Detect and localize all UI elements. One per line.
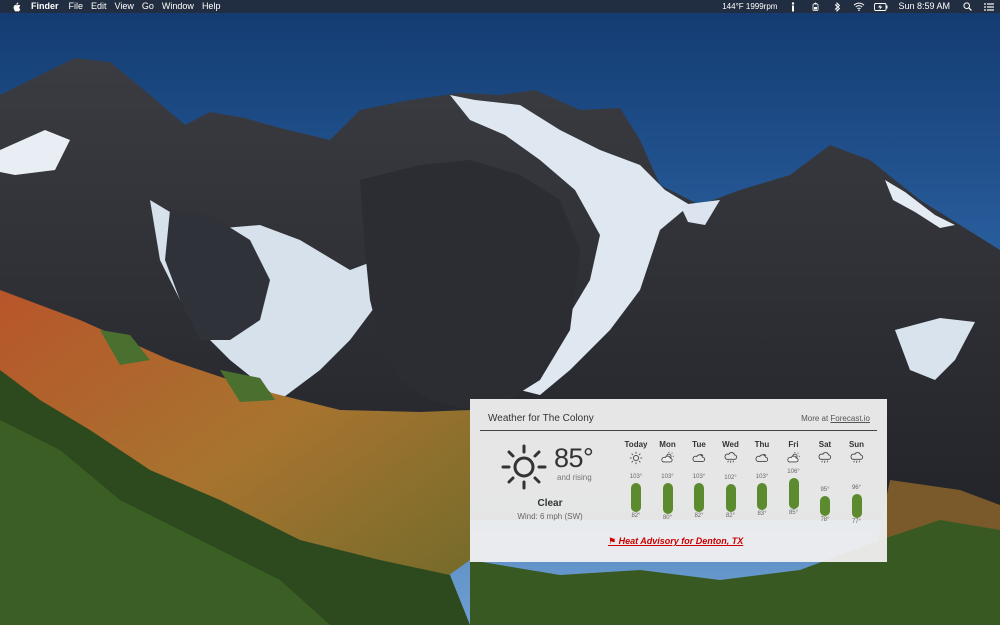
forecast-day-mon: Mon 103° 80° <box>652 439 684 539</box>
rain-icon <box>724 452 737 463</box>
weather-widget: Weather for The Colony More at Forecast.… <box>470 399 887 562</box>
day-name: Thu <box>754 440 770 449</box>
partly-cloudy-icon <box>786 451 800 463</box>
high-temp: 103° <box>755 473 769 480</box>
rain-icon <box>818 452 832 463</box>
high-temp: 103° <box>661 473 674 480</box>
temperature-range-bar <box>757 482 767 511</box>
high-temp: 103° <box>692 473 706 480</box>
low-temp: 85° <box>788 510 799 516</box>
day-name: Tue <box>692 440 706 449</box>
menu-bar: Finder File Edit View Go Window Help 144… <box>0 0 1000 13</box>
menu-file[interactable]: File <box>69 0 92 13</box>
high-temp: 103° <box>629 473 643 480</box>
spotlight-search-icon[interactable] <box>960 0 974 13</box>
day-name: Fri <box>788 440 799 449</box>
forecast-link-label: More at Forecast.io <box>801 414 870 423</box>
forecast-day-wed: Wed 102° 82° <box>715 439 747 539</box>
menu-window[interactable]: Window <box>162 0 202 13</box>
cloudy-icon <box>692 454 706 462</box>
sun-icon <box>501 444 547 490</box>
high-temp: 102° <box>724 475 737 482</box>
low-temp: 82° <box>694 512 704 519</box>
current-temperature: 85° <box>554 443 594 473</box>
temperature-range-bar <box>820 495 830 517</box>
wind-info: Wind: 6 mph (SW) <box>517 512 583 521</box>
high-temp: 96° <box>851 485 862 491</box>
temperature-range-bar <box>662 482 673 514</box>
forecast-days: Today 103° 82° Mon 103° 80° Tue 103° 82° Wed 102° 8… <box>620 439 875 539</box>
menu-go[interactable]: Go <box>142 0 162 13</box>
temperature-range-bar <box>788 478 799 509</box>
day-name: Today <box>624 440 648 449</box>
rain-icon <box>850 452 863 463</box>
temperature-range-bar <box>725 484 736 512</box>
day-name: Sat <box>818 440 832 449</box>
temperature-trend: and rising <box>557 473 592 482</box>
temperature-range-bar <box>694 482 704 512</box>
forecast-io-link[interactable]: Forecast.io <box>830 414 870 423</box>
cloudy-icon <box>755 454 769 462</box>
notification-center-icon[interactable] <box>982 0 996 13</box>
low-temp: 77° <box>851 518 862 525</box>
forecast-day-tue: Tue 103° 82° <box>683 439 715 539</box>
low-temp: 78° <box>820 517 830 524</box>
low-temp: 83° <box>757 511 767 518</box>
menu-edit[interactable]: Edit <box>91 0 115 13</box>
apple-menu-icon[interactable] <box>10 0 22 13</box>
menu-view[interactable]: View <box>115 0 142 13</box>
wifi-icon[interactable] <box>852 0 866 13</box>
forecast-day-thu: Thu 103° 83° <box>746 439 778 539</box>
forecast-day-sat: Sat 95° 78° <box>809 439 841 539</box>
low-temp: 80° <box>662 515 673 521</box>
forecast-day-sun: Sun 96° 77° <box>841 439 873 539</box>
sun-icon <box>629 451 643 465</box>
high-temp: 95° <box>820 486 830 493</box>
menu-app-name[interactable]: Finder <box>31 0 69 13</box>
day-name: Wed <box>722 440 739 449</box>
widget-title: Weather for The Colony <box>488 413 594 424</box>
partly-cloudy-icon <box>660 451 674 463</box>
temperature-range-bar <box>851 494 862 518</box>
forecast-day-fri: Fri 106° 85° <box>778 439 810 539</box>
day-name: Mon <box>659 440 676 449</box>
battery-icon[interactable] <box>808 0 822 13</box>
menu-clock[interactable]: Sun 8:59 AM <box>892 0 956 13</box>
battery-level-icon[interactable] <box>874 0 888 13</box>
day-name: Sun <box>848 440 865 449</box>
forecast-day-today: Today 103° 82° <box>620 439 652 539</box>
current-condition: Clear <box>537 498 563 509</box>
divider <box>480 430 877 431</box>
info-icon[interactable] <box>786 0 800 13</box>
temperature-range-bar <box>631 482 641 512</box>
system-monitor-status[interactable]: 144°F 1999rpm <box>717 0 782 13</box>
low-temp: 82° <box>725 512 736 519</box>
heat-advisory-link[interactable]: ⚑ Heat Advisory for Denton, TX <box>608 536 743 547</box>
bluetooth-icon[interactable] <box>830 0 844 13</box>
more-prefix: More at <box>801 414 831 423</box>
low-temp: 82° <box>631 512 641 519</box>
high-temp: 106° <box>787 469 800 475</box>
menu-help[interactable]: Help <box>202 0 229 13</box>
